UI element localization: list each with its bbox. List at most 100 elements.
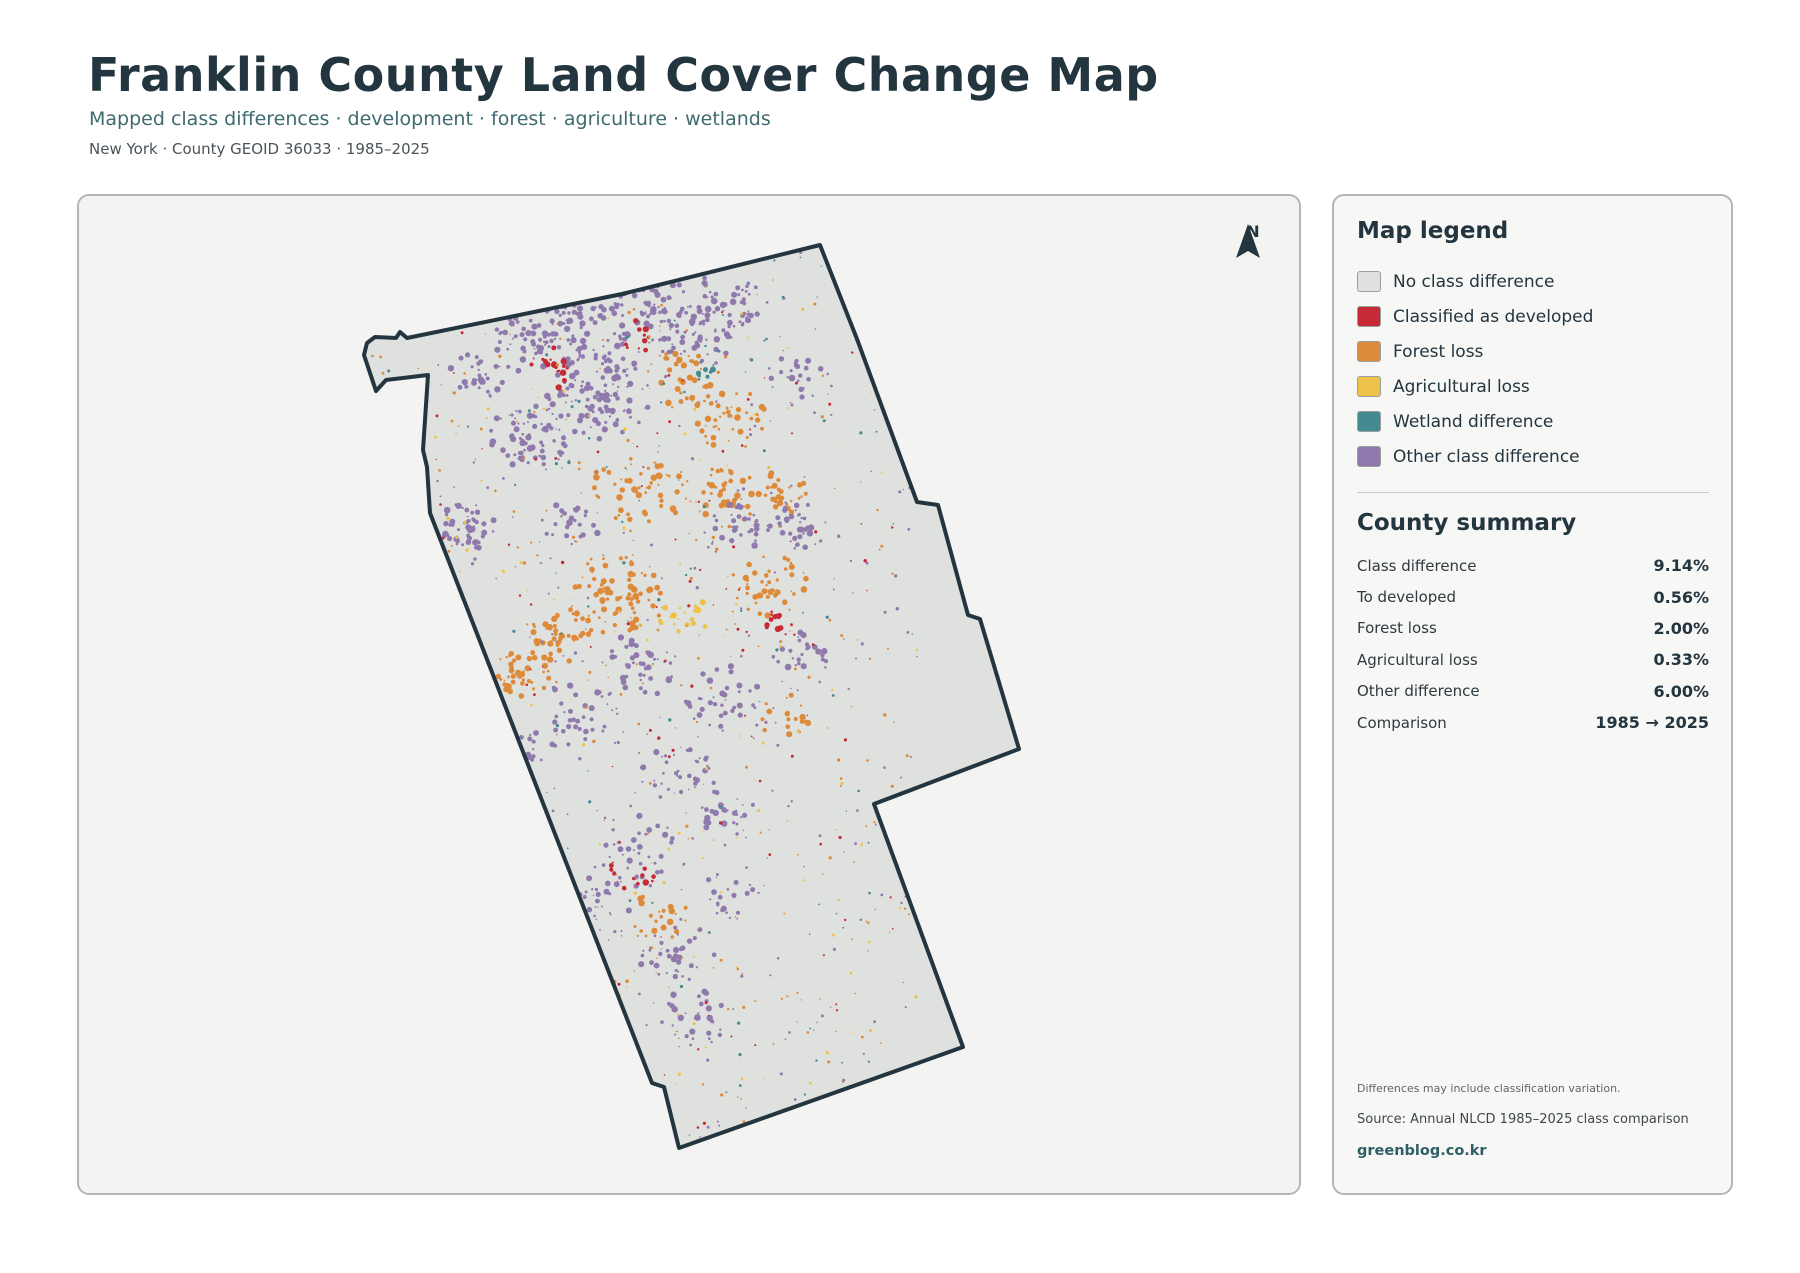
change-speck xyxy=(883,713,887,717)
change-speck xyxy=(668,986,670,988)
change-speck xyxy=(419,576,422,579)
change-speck xyxy=(348,318,350,320)
change-patch xyxy=(740,816,743,819)
change-speck xyxy=(849,971,853,975)
change-speck xyxy=(522,561,527,565)
change-speck xyxy=(331,711,334,714)
change-patch xyxy=(499,330,504,335)
change-patch xyxy=(673,622,676,626)
change-patch xyxy=(577,997,580,1001)
change-patch xyxy=(575,718,581,724)
change-patch xyxy=(627,380,634,387)
change-speck xyxy=(349,692,350,693)
change-speck xyxy=(372,355,374,357)
change-speck xyxy=(809,1027,812,1030)
change-speck xyxy=(626,622,630,626)
change-speck xyxy=(894,305,896,308)
change-patch xyxy=(555,372,561,378)
change-patch xyxy=(592,292,599,298)
change-patch xyxy=(577,522,582,527)
change-speck xyxy=(358,997,361,1000)
change-speck xyxy=(754,521,756,523)
change-speck xyxy=(450,835,454,838)
change-speck xyxy=(771,789,774,792)
change-patch xyxy=(768,470,775,477)
change-speck xyxy=(427,905,430,908)
change-speck xyxy=(428,910,430,912)
change-patch xyxy=(591,1070,596,1075)
change-speck xyxy=(560,560,565,565)
change-speck xyxy=(740,1077,744,1081)
change-speck xyxy=(479,666,483,670)
change-speck xyxy=(468,898,472,903)
change-speck xyxy=(381,371,385,375)
change-speck xyxy=(533,992,537,996)
change-speck xyxy=(421,380,424,383)
site-link[interactable]: greenblog.co.kr xyxy=(1357,1143,1487,1159)
change-speck xyxy=(608,254,612,258)
change-patch xyxy=(733,519,736,523)
change-patch xyxy=(650,363,653,366)
change-speck xyxy=(767,367,771,370)
change-patch xyxy=(594,397,597,400)
map-panel[interactable]: N xyxy=(77,194,1301,1195)
change-patch xyxy=(642,338,648,344)
change-patch xyxy=(736,503,742,508)
change-patch xyxy=(565,386,570,391)
change-patch xyxy=(643,347,648,353)
change-patch xyxy=(632,611,637,615)
change-speck xyxy=(859,431,863,435)
change-patch xyxy=(614,373,620,380)
change-speck xyxy=(663,1074,666,1076)
info-panel: Map legend No class difference Classifie… xyxy=(1332,194,1733,1195)
change-speck xyxy=(556,946,559,949)
change-speck xyxy=(425,1088,429,1091)
change-patch xyxy=(646,519,651,524)
change-speck xyxy=(460,860,464,863)
change-speck xyxy=(485,881,489,885)
change-speck xyxy=(786,820,788,822)
change-speck xyxy=(697,927,700,929)
change-speck xyxy=(484,333,487,335)
change-speck xyxy=(842,638,845,640)
change-speck xyxy=(470,562,475,566)
county-map[interactable] xyxy=(79,196,1301,1195)
change-speck xyxy=(594,887,599,892)
change-speck xyxy=(339,288,341,290)
change-patch xyxy=(563,298,566,301)
change-patch xyxy=(681,483,684,487)
change-speck xyxy=(867,950,869,952)
change-speck xyxy=(900,218,903,221)
change-patch xyxy=(510,679,516,685)
change-patch xyxy=(764,622,770,628)
change-speck xyxy=(481,873,485,877)
change-speck xyxy=(526,461,530,465)
change-speck xyxy=(913,1139,917,1143)
change-patch xyxy=(681,290,686,294)
change-patch xyxy=(765,485,770,490)
change-patch xyxy=(601,606,607,613)
change-patch xyxy=(768,375,774,381)
change-speck xyxy=(410,999,413,1002)
change-speck xyxy=(779,336,781,338)
change-speck xyxy=(487,747,491,751)
change-speck xyxy=(728,916,732,920)
change-patch xyxy=(654,463,661,470)
change-patch xyxy=(588,628,594,633)
change-speck xyxy=(472,696,474,699)
change-patch xyxy=(499,658,502,661)
legend-swatch xyxy=(1357,341,1381,362)
change-patch xyxy=(477,373,482,378)
change-patch xyxy=(670,612,677,619)
change-speck xyxy=(814,530,818,534)
change-speck xyxy=(868,891,871,895)
change-speck xyxy=(688,579,692,583)
change-patch xyxy=(532,286,539,292)
change-patch xyxy=(754,601,758,605)
change-patch xyxy=(766,524,770,528)
change-speck xyxy=(613,930,617,934)
change-patch xyxy=(510,413,514,417)
change-speck xyxy=(599,367,601,370)
change-patch xyxy=(513,300,520,307)
change-speck xyxy=(741,973,744,975)
